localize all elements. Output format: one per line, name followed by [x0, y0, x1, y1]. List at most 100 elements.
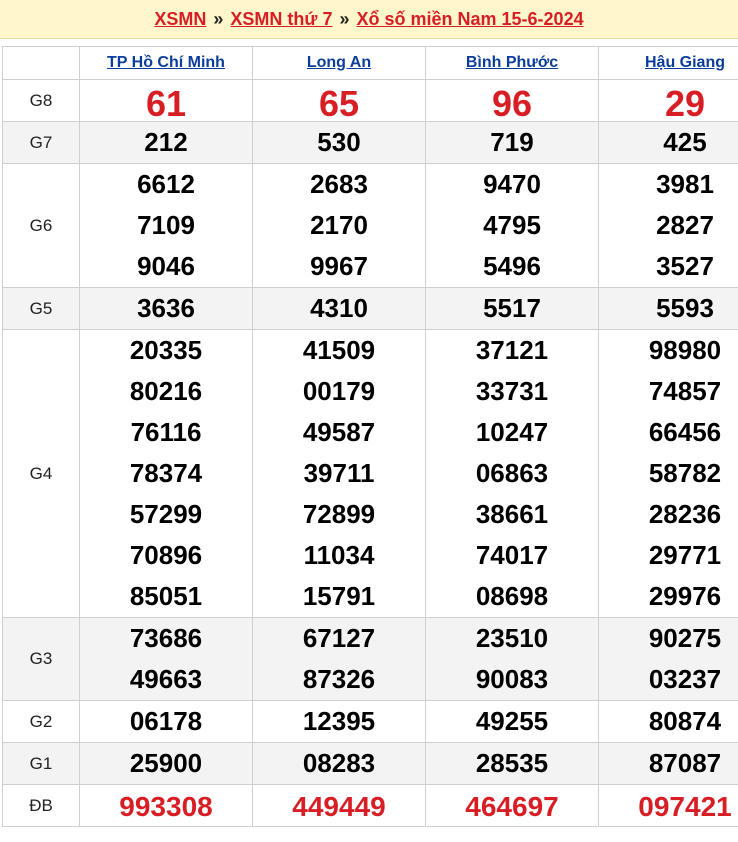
prize-number: 67127: [302, 623, 376, 653]
prize-cell: 464697: [425, 784, 599, 827]
prize-number: 20335: [129, 335, 203, 365]
prize-cell: 08283: [252, 742, 426, 785]
prize-cell: 98980 74857 66456 58782 28236 29771 29976: [598, 329, 738, 618]
prize-label: G1: [2, 742, 80, 785]
prize-number: 29: [664, 83, 706, 124]
prize-row: G5 3636 4310 5517 5593: [2, 287, 738, 330]
prize-number: 28535: [475, 748, 549, 778]
prize-cell: 49255: [425, 700, 599, 743]
prize-number: 29771: [648, 540, 722, 570]
prize-number: 4310: [310, 293, 368, 323]
prize-number: 2683: [310, 169, 368, 199]
prize-number: 2827: [656, 210, 714, 240]
prize-cell: 12395: [252, 700, 426, 743]
prize-cell: 6612 7109 9046: [79, 163, 253, 288]
prize-number: 5517: [483, 293, 541, 323]
prize-cell: 87087: [598, 742, 738, 785]
province-header: Long An: [252, 46, 426, 80]
prize-row: G6 6612 7109 9046 2683 2170 9967 9470 4795 5496 39…: [2, 163, 738, 288]
province-link[interactable]: TP Hồ Chí Minh: [107, 54, 225, 71]
prize-cell: 449449: [252, 784, 426, 827]
prize-row: G3 73686 49663 67127 87326 23510 90083 90275 032…: [2, 617, 738, 701]
prize-label-header: [2, 46, 80, 80]
prize-cell: 3636: [79, 287, 253, 330]
prize-label: G2: [2, 700, 80, 743]
prize-number: 98980: [648, 335, 722, 365]
prize-number: 06178: [129, 706, 203, 736]
prize-row: G8 61 65 96 29: [2, 79, 738, 124]
prize-row: ĐB 993308 449449 464697 097421: [2, 784, 738, 827]
prize-number: 3981: [656, 169, 714, 199]
breadcrumb: XSMN » XSMN thứ 7 » Xổ số miền Nam 15-6-…: [0, 0, 738, 39]
province-link[interactable]: Hậu Giang: [645, 54, 725, 71]
prize-number: 39711: [303, 458, 375, 488]
prize-cell: 3981 2827 3527: [598, 163, 738, 288]
breadcrumb-xsmn-link[interactable]: XSMN: [154, 9, 206, 30]
prize-number: 87326: [302, 664, 376, 694]
prize-label: G8: [2, 79, 80, 122]
prize-number: 08283: [302, 748, 376, 778]
prize-number: 49587: [302, 417, 376, 447]
prize-cell: 23510 90083: [425, 617, 599, 701]
prize-cell: 96: [425, 79, 599, 124]
prize-number: 6612: [137, 169, 195, 199]
province-header-row: TP Hồ Chí Minh Long An Bình Phước Hậu Gi…: [2, 46, 738, 80]
prize-number: 49663: [129, 664, 203, 694]
breadcrumb-separator: »: [339, 8, 350, 29]
prize-cell: 212: [79, 121, 253, 164]
prize-number: 66456: [648, 417, 722, 447]
breadcrumb-current-page-link[interactable]: Xổ số miền Nam 15-6-2024: [356, 9, 583, 30]
prize-cell: 61: [79, 79, 253, 124]
province-header: TP Hồ Chí Minh: [79, 46, 253, 80]
breadcrumb-xsmn-thu7-link[interactable]: XSMN thứ 7: [230, 9, 332, 30]
province-link[interactable]: Bình Phước: [466, 54, 558, 71]
prize-number: 9470: [483, 169, 541, 199]
prize-cell: 06178: [79, 700, 253, 743]
prize-number: 5593: [656, 293, 714, 323]
prize-number: 530: [317, 127, 361, 157]
prize-cell: 20335 80216 76116 78374 57299 70896 85051: [79, 329, 253, 618]
prize-number: 74857: [648, 376, 722, 406]
prize-number: 23510: [475, 623, 549, 653]
prize-number: 4795: [483, 210, 541, 240]
prize-number: 90275: [648, 623, 722, 653]
prize-number: 7109: [137, 210, 195, 240]
prize-number: 90083: [475, 664, 549, 694]
prize-row: G1 25900 08283 28535 87087: [2, 742, 738, 785]
prize-row: G2 06178 12395 49255 80874: [2, 700, 738, 743]
prize-cell: 80874: [598, 700, 738, 743]
prize-number: 993308: [119, 791, 213, 822]
prize-number: 72899: [302, 499, 376, 529]
prize-number: 65: [318, 83, 360, 124]
prize-cell: 097421: [598, 784, 738, 827]
prize-number: 37121: [475, 335, 549, 365]
prize-number: 00179: [302, 376, 376, 406]
prize-number: 61: [145, 83, 187, 124]
prize-cell: 73686 49663: [79, 617, 253, 701]
prize-number: 33731: [475, 376, 549, 406]
prize-number: 425: [663, 127, 707, 157]
prize-number: 25900: [129, 748, 203, 778]
prize-cell: 530: [252, 121, 426, 164]
prize-number: 03237: [648, 664, 722, 694]
prize-number: 15791: [302, 581, 376, 611]
prize-number: 58782: [648, 458, 722, 488]
prize-number: 85051: [129, 581, 203, 611]
results-table: TP Hồ Chí Minh Long An Bình Phước Hậu Gi…: [2, 46, 738, 827]
prize-label: ĐB: [2, 784, 80, 827]
prize-cell: 425: [598, 121, 738, 164]
prize-number: 57299: [129, 499, 203, 529]
prize-label: G7: [2, 121, 80, 164]
prize-number: 3636: [137, 293, 195, 323]
province-link[interactable]: Long An: [307, 54, 371, 71]
prize-cell: 37121 33731 10247 06863 38661 74017 08698: [425, 329, 599, 618]
prize-cell: 67127 87326: [252, 617, 426, 701]
prize-cell: 90275 03237: [598, 617, 738, 701]
prize-number: 12395: [302, 706, 376, 736]
breadcrumb-separator: »: [213, 8, 224, 29]
prize-number: 9046: [137, 251, 195, 281]
prize-number: 5496: [483, 251, 541, 281]
prize-cell: 4310: [252, 287, 426, 330]
prize-number: 76116: [130, 417, 202, 447]
prize-cell: 9470 4795 5496: [425, 163, 599, 288]
